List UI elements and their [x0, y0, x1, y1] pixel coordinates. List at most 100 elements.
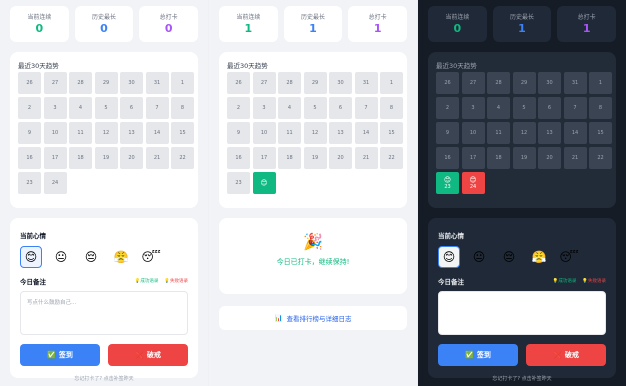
day-cell[interactable]: 24 [43, 172, 67, 194]
day-cell[interactable]: 13 [329, 122, 352, 144]
day-cell[interactable]: 21 [145, 147, 169, 169]
checkin-button[interactable]: ✅ 签到 [20, 344, 100, 366]
fail-quote-button[interactable]: 💡失败语录 [582, 278, 606, 284]
success-quote-button[interactable]: 💡成功语录 [135, 278, 159, 284]
day-cell[interactable]: 1 [171, 72, 194, 94]
day-cell-checked[interactable]: 😊 [252, 172, 276, 194]
mood-neutral-icon[interactable]: 😐 [50, 246, 72, 268]
day-cell[interactable]: 17 [252, 147, 276, 169]
day-cell[interactable]: 3 [252, 97, 276, 119]
day-cell[interactable]: 12 [303, 122, 327, 144]
day-cell[interactable]: 22 [589, 147, 612, 169]
mood-sad-icon[interactable]: 😔 [80, 246, 102, 268]
makeup-hint-link[interactable]: 忘记打卡了? 点击补签昨天 [20, 375, 188, 382]
day-cell[interactable]: 29 [303, 72, 327, 94]
day-cell[interactable]: 19 [512, 147, 536, 169]
day-cell[interactable]: 5 [303, 97, 327, 119]
day-cell[interactable]: 19 [94, 147, 118, 169]
day-cell[interactable]: 26 [18, 72, 41, 94]
day-cell[interactable]: 12 [512, 122, 536, 144]
day-cell[interactable]: 10 [43, 122, 67, 144]
day-cell[interactable]: 12 [94, 122, 118, 144]
day-cell[interactable]: 13 [538, 122, 561, 144]
day-cell[interactable]: 15 [171, 122, 194, 144]
fail-quote-button[interactable]: 💡失败语录 [164, 278, 188, 284]
mood-sad-icon[interactable]: 😔 [498, 246, 520, 268]
day-cell[interactable]: 16 [436, 147, 459, 169]
day-cell[interactable]: 1 [380, 72, 403, 94]
day-cell[interactable]: 2 [18, 97, 41, 119]
day-cell[interactable]: 19 [303, 147, 327, 169]
day-cell[interactable]: 20 [538, 147, 561, 169]
day-cell[interactable]: 30 [538, 72, 561, 94]
day-cell[interactable]: 18 [69, 147, 92, 169]
note-textarea[interactable]: 写点什么鼓励自己... [20, 291, 188, 335]
day-cell[interactable]: 17 [43, 147, 67, 169]
day-cell[interactable]: 20 [329, 147, 352, 169]
day-cell[interactable]: 15 [380, 122, 403, 144]
day-cell-broken[interactable]: 😊 24 [461, 172, 485, 194]
day-cell[interactable]: 11 [69, 122, 92, 144]
day-cell[interactable]: 28 [69, 72, 92, 94]
day-cell[interactable]: 6 [329, 97, 352, 119]
mood-sleepy-icon[interactable]: 😴 [558, 246, 580, 268]
day-cell[interactable]: 14 [145, 122, 169, 144]
day-cell[interactable]: 7 [563, 97, 587, 119]
day-cell[interactable]: 9 [227, 122, 250, 144]
day-cell[interactable]: 10 [461, 122, 485, 144]
leaderboard-link-button[interactable]: 📊 查看排行榜与详细日志 [219, 306, 407, 330]
day-cell[interactable]: 4 [487, 97, 510, 119]
day-cell[interactable]: 10 [252, 122, 276, 144]
day-cell[interactable]: 13 [120, 122, 143, 144]
mood-angry-icon[interactable]: 😤 [110, 246, 132, 268]
checkin-button[interactable]: ✅ 签到 [438, 344, 518, 366]
day-cell[interactable]: 16 [18, 147, 41, 169]
day-cell[interactable]: 27 [43, 72, 67, 94]
day-cell[interactable]: 16 [227, 147, 250, 169]
day-cell-checked[interactable]: 😊 23 [436, 172, 459, 194]
day-cell[interactable]: 8 [171, 97, 194, 119]
break-button[interactable]: ❌ 破戒 [526, 344, 606, 366]
day-cell[interactable]: 14 [563, 122, 587, 144]
day-cell[interactable]: 7 [354, 97, 378, 119]
day-cell[interactable]: 21 [563, 147, 587, 169]
success-quote-button[interactable]: 💡成功语录 [553, 278, 577, 284]
day-cell[interactable]: 8 [589, 97, 612, 119]
day-cell[interactable]: 2 [436, 97, 459, 119]
day-cell[interactable]: 27 [252, 72, 276, 94]
day-cell[interactable]: 31 [354, 72, 378, 94]
day-cell[interactable]: 15 [589, 122, 612, 144]
day-cell[interactable]: 14 [354, 122, 378, 144]
day-cell[interactable]: 6 [538, 97, 561, 119]
day-cell[interactable]: 20 [120, 147, 143, 169]
day-cell[interactable]: 31 [145, 72, 169, 94]
break-button[interactable]: ❌ 破戒 [108, 344, 188, 366]
day-cell[interactable]: 28 [278, 72, 301, 94]
day-cell[interactable]: 30 [120, 72, 143, 94]
mood-happy-icon[interactable]: 😊 [438, 246, 460, 268]
day-cell[interactable]: 23 [227, 172, 250, 194]
day-cell[interactable]: 27 [461, 72, 485, 94]
day-cell[interactable]: 7 [145, 97, 169, 119]
day-cell[interactable]: 18 [487, 147, 510, 169]
day-cell[interactable]: 11 [487, 122, 510, 144]
day-cell[interactable]: 22 [380, 147, 403, 169]
day-cell[interactable]: 3 [461, 97, 485, 119]
day-cell[interactable]: 30 [329, 72, 352, 94]
day-cell[interactable]: 3 [43, 97, 67, 119]
mood-happy-icon[interactable]: 😊 [20, 246, 42, 268]
day-cell[interactable]: 1 [589, 72, 612, 94]
day-cell[interactable]: 6 [120, 97, 143, 119]
day-cell[interactable]: 5 [94, 97, 118, 119]
day-cell[interactable]: 8 [380, 97, 403, 119]
day-cell[interactable]: 2 [227, 97, 250, 119]
day-cell[interactable]: 29 [94, 72, 118, 94]
day-cell[interactable]: 22 [171, 147, 194, 169]
makeup-hint-link[interactable]: 忘记打卡了? 点击补签昨天 [438, 375, 606, 382]
day-cell[interactable]: 11 [278, 122, 301, 144]
mood-sleepy-icon[interactable]: 😴 [140, 246, 162, 268]
day-cell[interactable]: 26 [436, 72, 459, 94]
day-cell[interactable]: 4 [278, 97, 301, 119]
mood-neutral-icon[interactable]: 😐 [468, 246, 490, 268]
day-cell[interactable]: 9 [18, 122, 41, 144]
